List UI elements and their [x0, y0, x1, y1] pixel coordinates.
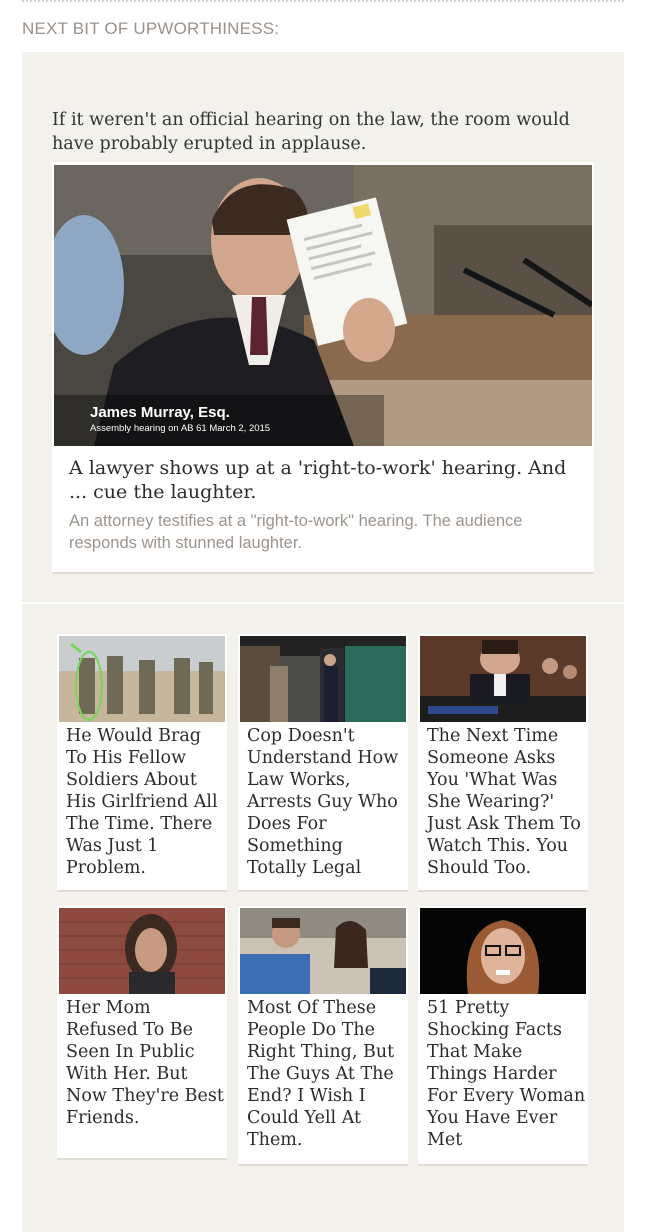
related-title[interactable]: The Next Time Someone Asks You 'What Was…	[427, 725, 587, 879]
related-thumbnail[interactable]	[420, 908, 586, 994]
related-thumbnail[interactable]	[240, 908, 406, 994]
related-thumbnail[interactable]	[59, 636, 225, 722]
related-title[interactable]: Her Mom Refused To Be Seen In Public Wit…	[66, 997, 226, 1129]
soldiers-photo	[59, 636, 225, 722]
featured-image[interactable]: James Murray, Esq. Assembly hearing on A…	[54, 165, 592, 446]
related-title[interactable]: Most Of These People Do The Right Thing,…	[247, 997, 407, 1151]
subway-photo	[240, 636, 406, 722]
cafe-couple-photo	[240, 908, 406, 994]
related-item[interactable]: Her Mom Refused To Be Seen In Public Wit…	[57, 906, 227, 1160]
related-grid: He Would Brag To His Fellow Soldiers Abo…	[22, 604, 624, 1232]
related-item[interactable]: The Next Time Someone Asks You 'What Was…	[418, 634, 588, 892]
image-caption-subtitle: Assembly hearing on AB 61 March 2, 2015	[90, 423, 270, 434]
related-title[interactable]: He Would Brag To His Fellow Soldiers Abo…	[66, 725, 226, 879]
related-item[interactable]: He Would Brag To His Fellow Soldiers Abo…	[57, 634, 227, 892]
related-thumbnail[interactable]	[59, 908, 225, 994]
related-thumbnail[interactable]	[420, 636, 586, 722]
senate-hearing-photo	[420, 636, 586, 722]
related-title[interactable]: Cop Doesn't Understand How Law Works, Ar…	[247, 725, 407, 879]
featured-title[interactable]: A lawyer shows up at a 'right-to-work' h…	[69, 456, 574, 504]
featured-article-card[interactable]: James Murray, Esq. Assembly hearing on A…	[52, 162, 594, 574]
featured-lead-text: If it weren't an official hearing on the…	[52, 110, 570, 154]
brick-wall-portrait-photo	[59, 908, 225, 994]
vlogger-photo	[420, 908, 586, 994]
related-title[interactable]: 51 Pretty Shocking Facts That Make Thing…	[427, 997, 587, 1151]
featured-panel: If it weren't an official hearing on the…	[22, 52, 624, 602]
top-divider	[22, 0, 624, 2]
related-item[interactable]: Cop Doesn't Understand How Law Works, Ar…	[238, 634, 408, 892]
section-heading: NEXT BIT OF UPWORTHINESS:	[22, 19, 280, 38]
hearing-photo: James Murray, Esq. Assembly hearing on A…	[54, 165, 592, 446]
related-thumbnail[interactable]	[240, 636, 406, 722]
related-item[interactable]: 51 Pretty Shocking Facts That Make Thing…	[418, 906, 588, 1166]
related-item[interactable]: Most Of These People Do The Right Thing,…	[238, 906, 408, 1166]
image-caption-name: James Murray, Esq.	[90, 404, 230, 421]
featured-description: An attorney testifies at a "right-to-wor…	[69, 512, 523, 552]
